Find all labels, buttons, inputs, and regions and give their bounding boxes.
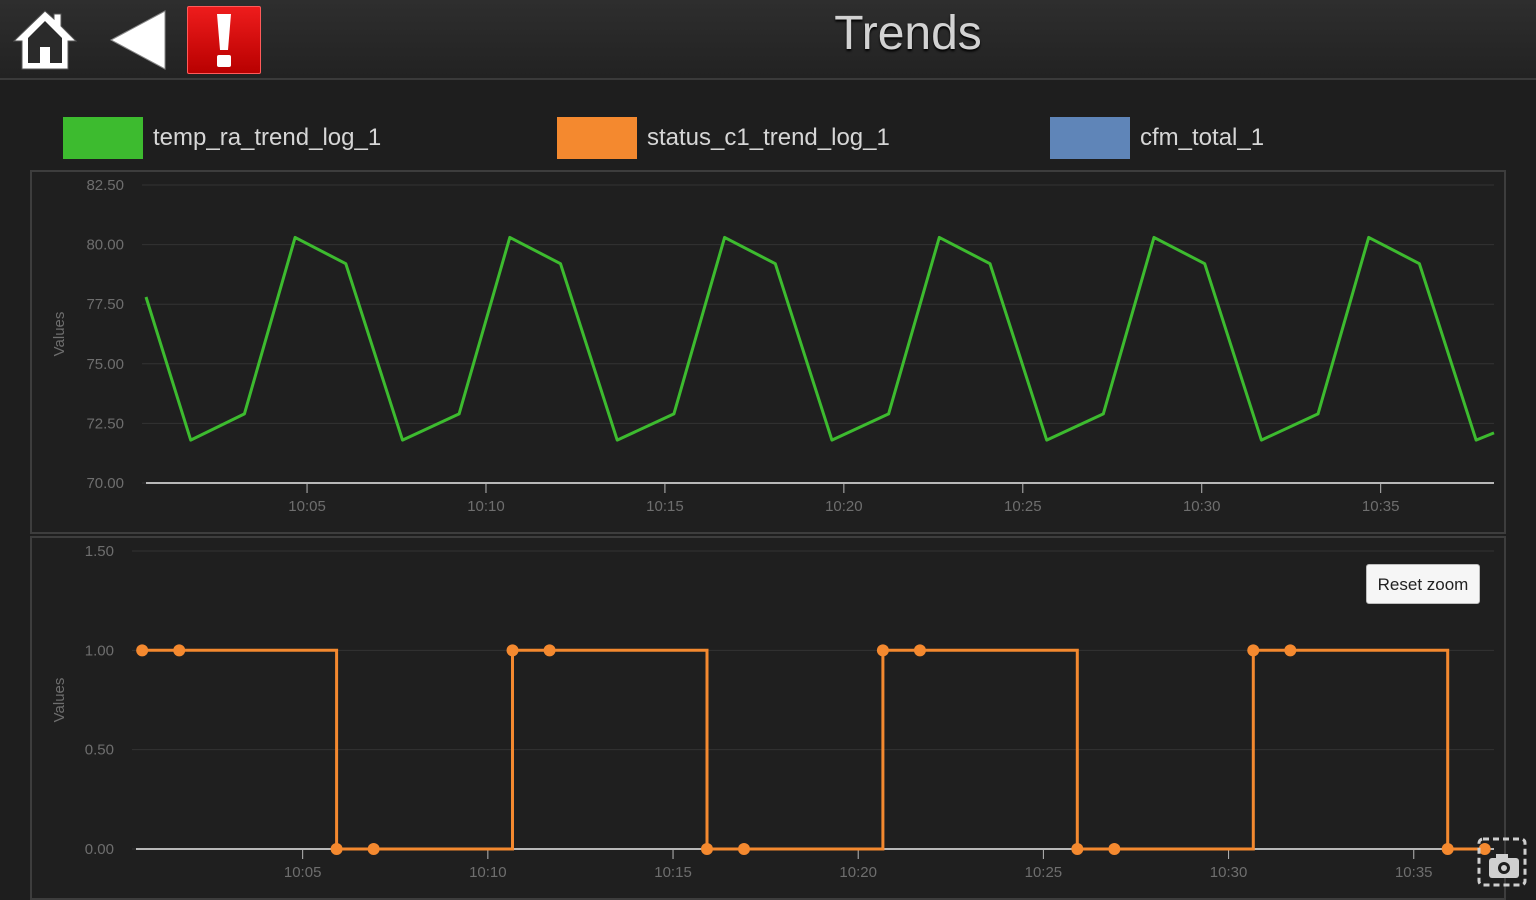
- data-point: [876, 644, 889, 657]
- legend-label: temp_ra_trend_log_1: [153, 124, 382, 151]
- data-point: [1071, 843, 1084, 855]
- legend-label: status_c1_trend_log_1: [647, 124, 890, 151]
- x-tick-label: 10:20: [839, 864, 877, 881]
- series-line: [144, 235, 1495, 442]
- x-tick-label: 10:35: [1395, 864, 1433, 881]
- x-tick-label: 10:35: [1362, 498, 1400, 515]
- alert-button[interactable]: [187, 6, 261, 74]
- y-axis-label: Values: [51, 678, 68, 723]
- y-tick-label: 0.00: [85, 841, 114, 858]
- x-tick-label: 10:30: [1183, 498, 1221, 515]
- data-point: [367, 843, 380, 855]
- legend-swatch: [63, 117, 143, 159]
- back-button[interactable]: [98, 6, 176, 74]
- legend-item-cfm[interactable]: cfm_total_1: [1050, 116, 1264, 160]
- x-tick-label: 10:20: [825, 498, 863, 515]
- y-tick-label: 80.00: [86, 237, 124, 254]
- page-title: Trends: [834, 7, 982, 60]
- data-point: [173, 644, 186, 657]
- temp-chart-panel: 70.00 72.50 75.00 77.50 80.00 82.50 10:05 10:10…: [30, 170, 1506, 534]
- legend-item-status[interactable]: status_c1_trend_log_1: [557, 116, 890, 160]
- x-tick-label: 10:15: [646, 498, 684, 515]
- data-point: [543, 644, 556, 657]
- alert-exclamation-icon: [217, 14, 231, 67]
- data-point: [1108, 843, 1121, 855]
- y-axis-label: Values: [51, 312, 68, 357]
- legend-label: cfm_total_1: [1140, 124, 1265, 151]
- data-point: [1247, 644, 1260, 657]
- reset-zoom-button[interactable]: Reset zoom: [1366, 564, 1480, 604]
- y-tick-label: 1.00: [85, 642, 114, 659]
- x-tick-label: 10:05: [284, 864, 322, 881]
- screenshot-button[interactable]: [1476, 836, 1528, 888]
- home-button[interactable]: [6, 6, 84, 74]
- temp-trend-chart[interactable]: 70.00 72.50 75.00 77.50 80.00 82.50 10:05 10:10…: [32, 172, 1504, 532]
- x-tick-label: 10:25: [1025, 864, 1063, 881]
- y-tick-label: 1.50: [85, 543, 114, 560]
- data-point: [1441, 843, 1454, 855]
- y-tick-label: 82.50: [86, 177, 124, 194]
- top-bar: Trends: [0, 0, 1536, 80]
- y-tick-label: 75.00: [86, 356, 124, 373]
- y-tick-label: 70.00: [86, 475, 124, 492]
- data-point: [330, 843, 343, 855]
- data-point: [700, 843, 713, 855]
- legend-item-temp[interactable]: temp_ra_trend_log_1: [63, 116, 381, 160]
- y-tick-label: 77.50: [86, 296, 124, 313]
- x-tick-label: 10:15: [654, 864, 692, 881]
- x-tick-label: 10:30: [1210, 864, 1248, 881]
- data-point: [136, 644, 149, 657]
- legend-swatch: [557, 117, 637, 159]
- y-tick-label: 72.50: [86, 415, 124, 432]
- back-arrow-icon: [109, 10, 166, 70]
- camera-icon: [1477, 837, 1527, 887]
- x-tick-label: 10:25: [1004, 498, 1042, 515]
- x-tick-label: 10:10: [469, 864, 507, 881]
- x-tick-label: 10:10: [467, 498, 505, 515]
- data-point: [506, 644, 519, 657]
- data-point: [738, 843, 751, 855]
- y-tick-label: 0.50: [85, 742, 114, 759]
- status-chart-panel: 0.00 0.50 1.00 1.50 10:05 10:10 10:15 10:20 10:2…: [30, 536, 1506, 900]
- status-trend-chart[interactable]: 0.00 0.50 1.00 1.50 10:05 10:10 10:15 10:20 10:2…: [32, 538, 1504, 898]
- legend-swatch: [1050, 117, 1130, 159]
- data-point: [1284, 644, 1297, 657]
- home-icon: [12, 10, 78, 70]
- x-tick-label: 10:05: [288, 498, 326, 515]
- data-point: [913, 644, 926, 657]
